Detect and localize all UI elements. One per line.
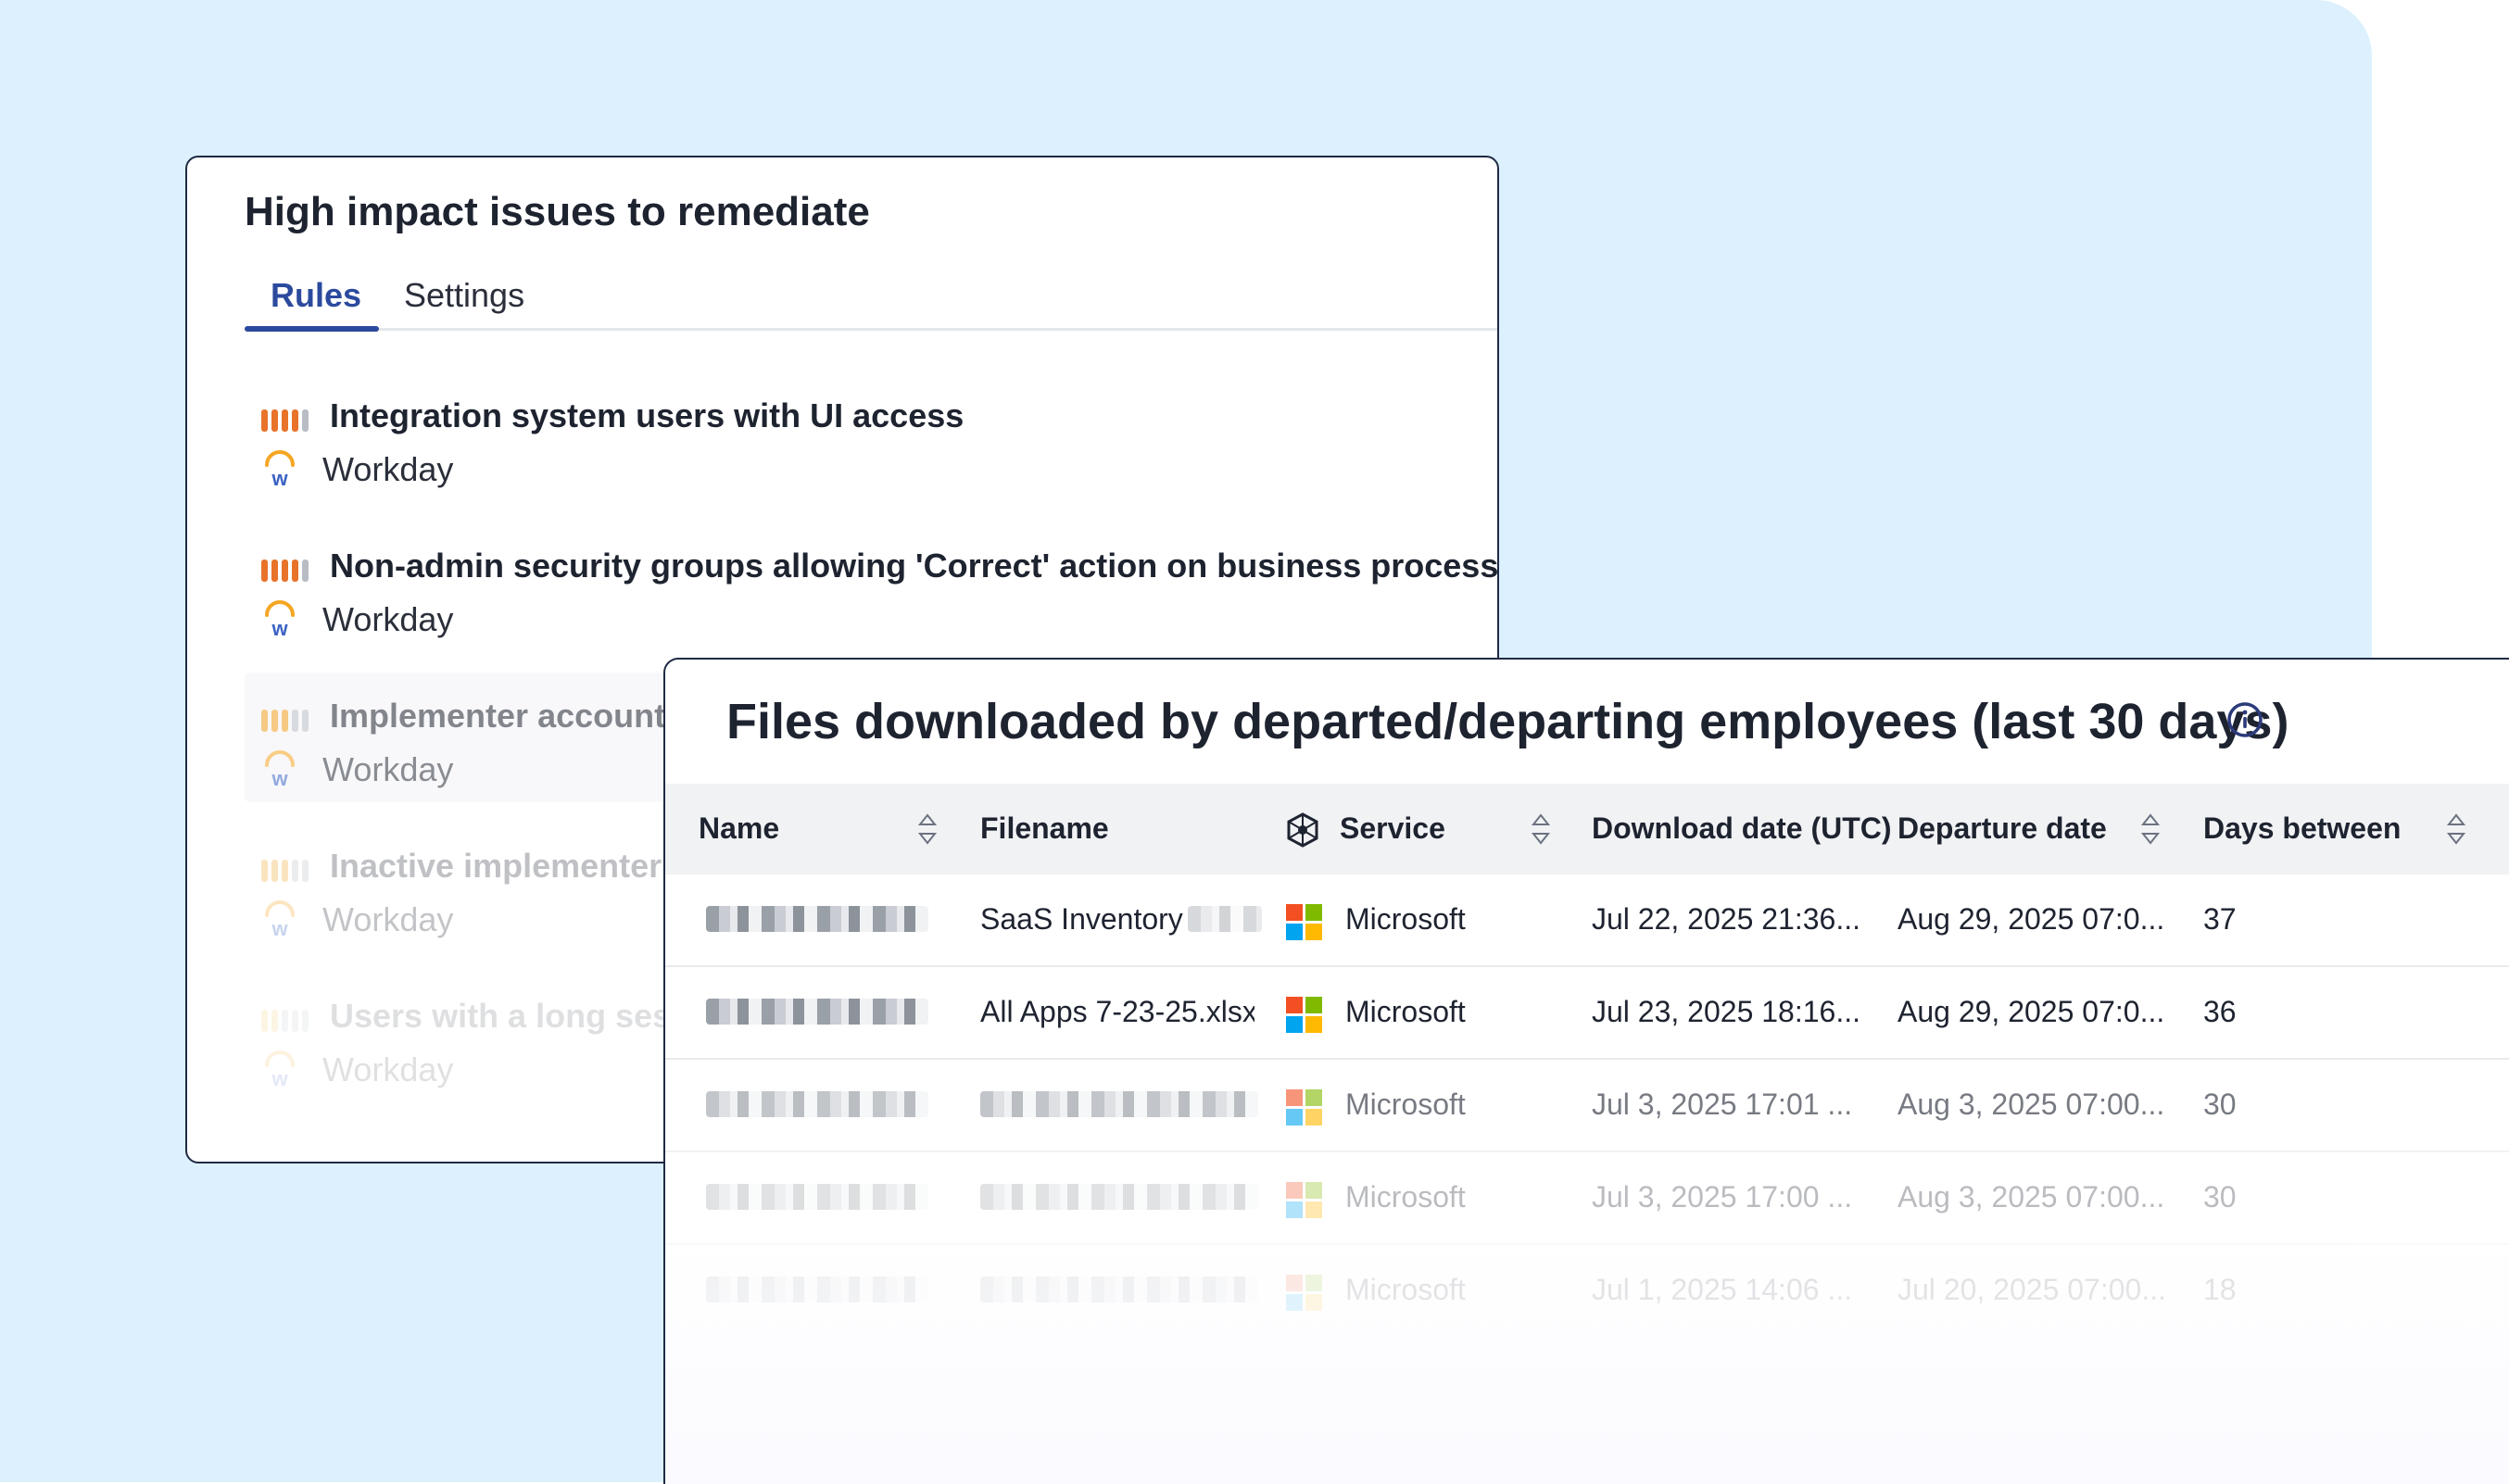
rule-title: Inactive implementer xyxy=(330,847,662,885)
table-row[interactable]: SaaS Inventory Microsoft Jul 22, 2025 21… xyxy=(665,874,2509,967)
microsoft-logo-icon xyxy=(1286,1182,1323,1219)
app-name: Workday xyxy=(322,450,454,488)
severity-indicator-icon xyxy=(261,710,312,732)
workday-logo-icon: w xyxy=(265,1050,295,1088)
svg-text:w: w xyxy=(271,1067,288,1088)
table-row[interactable]: All Apps 7-23-25.xlsx Microsoft Jul 23, … xyxy=(665,967,2509,1060)
redacted-filename xyxy=(1188,906,1262,932)
departure-date-cell: Jul 20, 2025 07:00... xyxy=(1898,1273,2166,1306)
table-row[interactable]: Microsoft Jul 3, 2025 17:01 ... Aug 3, 2… xyxy=(665,1060,2509,1152)
workday-logo-icon: w xyxy=(265,750,295,787)
severity-indicator-icon xyxy=(261,560,312,582)
sort-arrows-icon[interactable] xyxy=(917,810,938,849)
rule-title: Non-admin security groups allowing 'Corr… xyxy=(330,547,1499,585)
column-header-departure-date[interactable]: Departure date xyxy=(1898,811,2107,846)
redacted-name xyxy=(706,1091,928,1117)
service-cell: Microsoft xyxy=(1345,995,1466,1028)
tab-bar: Rules Settings xyxy=(245,276,1497,332)
redacted-filename xyxy=(980,1091,1258,1117)
severity-indicator-icon xyxy=(261,1010,312,1032)
service-cell: Microsoft xyxy=(1345,902,1466,936)
table-row[interactable]: Microsoft Jul 1, 2025 14:06 ... Jul 20, … xyxy=(665,1245,2509,1336)
microsoft-logo-icon xyxy=(1286,1089,1323,1126)
workday-logo-icon: w xyxy=(265,900,295,937)
column-header-filename[interactable]: Filename xyxy=(980,811,1109,846)
redacted-name xyxy=(706,1184,928,1210)
microsoft-logo-icon xyxy=(1286,904,1323,941)
active-tab-indicator xyxy=(245,326,379,332)
download-date-cell: Jul 3, 2025 17:01 ... xyxy=(1592,1088,1853,1121)
svg-text:w: w xyxy=(271,917,288,937)
redacted-filename xyxy=(980,1276,1258,1302)
svg-text:w: w xyxy=(271,467,288,487)
card-title: High impact issues to remediate xyxy=(245,189,870,234)
departure-date-cell: Aug 29, 2025 07:0... xyxy=(1898,902,2165,936)
sort-arrows-icon[interactable] xyxy=(1531,810,1551,849)
files-downloaded-card: Files downloaded by departed/departing e… xyxy=(663,658,2509,1484)
sort-arrows-icon[interactable] xyxy=(2446,810,2466,849)
service-network-icon xyxy=(1287,812,1318,848)
column-header-service[interactable]: Service xyxy=(1340,811,1445,846)
service-cell: Microsoft xyxy=(1345,1180,1466,1214)
filename-cell: SaaS Inventory xyxy=(980,902,1183,936)
severity-indicator-icon xyxy=(261,409,312,432)
info-circle-icon[interactable] xyxy=(2225,700,2264,739)
redacted-name xyxy=(706,1276,928,1302)
microsoft-logo-icon xyxy=(1286,997,1323,1034)
severity-indicator-icon xyxy=(261,860,312,882)
card-title: Files downloaded by departed/departing e… xyxy=(726,694,2289,749)
departure-date-cell: Aug 29, 2025 07:0... xyxy=(1898,995,2165,1028)
svg-text:w: w xyxy=(271,617,288,637)
service-cell: Microsoft xyxy=(1345,1088,1466,1121)
redacted-name xyxy=(706,906,928,932)
download-date-cell: Jul 1, 2025 14:06 ... xyxy=(1592,1273,1853,1306)
column-header-download-date[interactable]: Download date (UTC) xyxy=(1592,811,1892,846)
filename-cell: All Apps 7-23-25.xlsx xyxy=(980,995,1254,1028)
departure-date-cell: Aug 3, 2025 07:00... xyxy=(1898,1088,2165,1121)
days-between-cell: 36 xyxy=(2203,995,2237,1028)
table-row[interactable]: Microsoft Jul 3, 2025 17:00 ... Aug 3, 2… xyxy=(665,1152,2509,1245)
app-name: Workday xyxy=(322,900,454,938)
workday-logo-icon: w xyxy=(265,450,295,487)
redacted-filename xyxy=(980,1184,1258,1210)
app-name: Workday xyxy=(322,600,454,638)
column-header-days-between[interactable]: Days between xyxy=(2203,811,2401,846)
svg-text:w: w xyxy=(271,767,288,787)
departure-date-cell: Aug 3, 2025 07:00... xyxy=(1898,1180,2165,1214)
microsoft-logo-icon xyxy=(1286,1275,1323,1312)
rule-title: Implementer accounts xyxy=(330,697,685,735)
workday-logo-icon: w xyxy=(265,600,295,637)
rule-title: Users with a long sess xyxy=(330,997,690,1035)
download-date-cell: Jul 23, 2025 18:16... xyxy=(1592,995,1860,1028)
tab-settings[interactable]: Settings xyxy=(404,276,524,315)
rule-title: Integration system users with UI access xyxy=(330,396,965,434)
days-between-cell: 30 xyxy=(2203,1088,2237,1121)
sort-arrows-icon[interactable] xyxy=(2140,810,2161,849)
days-between-cell: 18 xyxy=(2203,1273,2237,1306)
download-date-cell: Jul 3, 2025 17:00 ... xyxy=(1592,1180,1853,1214)
download-date-cell: Jul 22, 2025 21:36... xyxy=(1592,902,1860,936)
column-header-name[interactable]: Name xyxy=(699,811,779,846)
rule-item[interactable]: Non-admin security groups allowing 'Corr… xyxy=(245,522,1497,652)
table-header: Name Filename Service Download date (UTC… xyxy=(665,784,2509,874)
days-between-cell: 30 xyxy=(2203,1180,2237,1214)
service-cell: Microsoft xyxy=(1345,1273,1466,1306)
app-name: Workday xyxy=(322,750,454,788)
days-between-cell: 37 xyxy=(2203,902,2237,936)
app-name: Workday xyxy=(322,1050,454,1088)
redacted-name xyxy=(706,999,928,1025)
rule-item[interactable]: Integration system users with UI access … xyxy=(245,372,1468,502)
tab-rules[interactable]: Rules xyxy=(271,276,361,315)
